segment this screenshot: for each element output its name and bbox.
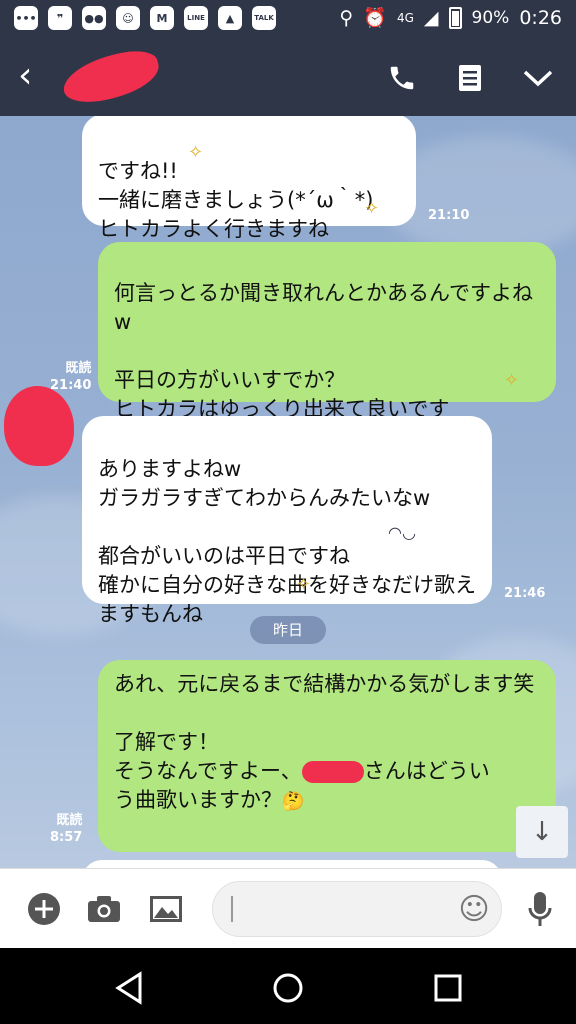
status-bar: ••• ❞ ●● ☺ M LINE ▲ TALK ⚲ ⏰ 4G ◢ 90% 0:…: [0, 0, 576, 38]
recents-square-icon[interactable]: [428, 968, 468, 1008]
network-type: 4G: [396, 10, 414, 25]
back-triangle-icon[interactable]: [110, 968, 150, 1008]
m-logo-icon: M: [150, 6, 174, 30]
sweat-emoji-icon: ◠◡: [388, 523, 416, 542]
name-redaction: [301, 761, 364, 783]
chat-bubble-icon: •••: [14, 6, 38, 30]
message-bubble-incoming-partial: [82, 860, 502, 868]
notes-icon[interactable]: [450, 58, 490, 98]
sparkle-icon: ✧: [296, 574, 312, 595]
talk-icon: TALK: [252, 6, 276, 30]
read-label: 既読: [65, 361, 92, 376]
sparkle-icon: ✧: [504, 370, 520, 391]
image-icon: ▲: [218, 6, 242, 30]
sparkle-icon: ✧: [364, 198, 380, 219]
message-input-bar: ☺: [0, 868, 576, 949]
chevron-down-icon[interactable]: [518, 58, 558, 98]
line-icon: LINE: [184, 6, 208, 30]
contact-name-redaction: [58, 44, 164, 110]
smile-icon[interactable]: ☺: [455, 890, 493, 928]
message-time: 21:10: [428, 208, 470, 223]
read-receipt: 既読 8:57: [50, 812, 82, 846]
sparkle-icon: ✧: [188, 142, 204, 163]
chat-header: ‹: [0, 38, 576, 116]
alarm-icon: ⏰: [363, 7, 387, 29]
avatar[interactable]: [4, 386, 74, 466]
microphone-icon[interactable]: [520, 889, 560, 929]
home-circle-icon[interactable]: [268, 968, 308, 1008]
read-receipt: 既読 21:40: [50, 360, 91, 394]
quote-icon: ❞: [48, 6, 72, 30]
message-bubble-outgoing[interactable]: あれ、元に戻るまで結構かかる気がします笑 了解です！ そうなんですよー、 さんはど…: [98, 660, 556, 852]
location-icon: ⚲: [339, 6, 354, 29]
chat-area[interactable]: ですね!! 一緒に磨きましょう(*´ω｀*) ヒトカラよく行きますね ✧ ✧ 2…: [0, 116, 576, 868]
clock: 0:26: [519, 6, 562, 29]
read-label: 既読: [56, 813, 83, 828]
chevron-left-icon[interactable]: ‹: [18, 58, 32, 94]
plus-icon[interactable]: [24, 889, 64, 929]
message-bubble-outgoing[interactable]: 何言っとるか聞き取れんとかあるんですよねw 平日の方がいいすでか？ ヒトカラはゆ…: [98, 242, 556, 421]
message-text: ですね!! 一緒に磨きましょう(*´ω｀*) ヒトカラよく行きますね: [98, 159, 374, 241]
message-text: 何言っとるか聞き取れんとかあるんですよねw 平日の方がいいすでか？ ヒトカラはゆ…: [114, 281, 533, 421]
message-bubble-incoming[interactable]: ありますよねw ガラガラすぎてわからんみたいなw 都合がいいのは平日ですね 確か…: [82, 416, 492, 626]
person-card-icon: ☺: [116, 6, 140, 30]
message-input[interactable]: ☺: [212, 881, 502, 937]
date-separator: 昨日: [250, 616, 326, 644]
message-time: 21:46: [504, 586, 546, 601]
message-time: 8:57: [50, 830, 83, 845]
notification-icons: ••• ❞ ●● ☺ M LINE ▲ TALK: [14, 6, 276, 30]
signal-icon: ◢: [423, 6, 439, 29]
phone-icon[interactable]: [382, 58, 422, 98]
chat-double-icon: ●●: [82, 6, 106, 30]
scroll-down-button[interactable]: ↓: [516, 806, 568, 858]
message-bubble-incoming[interactable]: ですね!! 一緒に磨きましょう(*´ω｀*) ヒトカラよく行きますね ✧ ✧: [82, 116, 416, 241]
camera-icon[interactable]: [84, 889, 124, 929]
thinking-emoji-icon: 🤔: [282, 791, 305, 812]
text-cursor: [231, 896, 233, 922]
image-icon[interactable]: [146, 889, 186, 929]
system-navigation-bar: [0, 948, 576, 1024]
message-text: ありますよねw ガラガラすぎてわからんみたいなw 都合がいいのは平日ですね 確か…: [98, 457, 476, 626]
battery-icon: [448, 6, 462, 29]
battery-percent: 90%: [471, 7, 510, 28]
